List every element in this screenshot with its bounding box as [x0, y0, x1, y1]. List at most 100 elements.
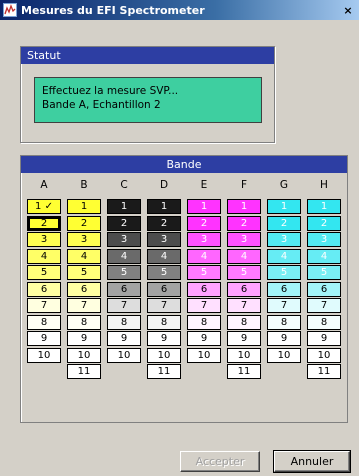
sample-cell-b-8[interactable]: 8	[67, 314, 101, 330]
spectrometer-icon	[3, 3, 17, 17]
close-icon[interactable]: ×	[340, 3, 356, 17]
sample-cell-b-10[interactable]: 10	[67, 347, 101, 363]
sample-cell-c-4[interactable]: 4	[107, 248, 141, 264]
sample-cell-a-2[interactable]: 2	[27, 215, 61, 231]
sample-cell-a-10[interactable]: 10	[27, 347, 61, 363]
status-panel-header: Statut	[21, 47, 274, 64]
sample-cell-e-9[interactable]: 9	[187, 331, 221, 346]
sample-cell-e-5[interactable]: 5	[187, 265, 221, 280]
sample-cell-h-6[interactable]: 6	[307, 281, 341, 297]
sample-cell-h-10[interactable]: 10	[307, 347, 341, 363]
sample-cell-d-5[interactable]: 5	[147, 265, 181, 280]
sample-cell-d-2[interactable]: 2	[147, 215, 181, 231]
sample-cell-g-8[interactable]: 8	[267, 314, 301, 330]
sample-cell-f-11[interactable]: 11	[227, 364, 261, 379]
sample-cell-a-9[interactable]: 9	[27, 331, 61, 346]
sample-cell-d-10[interactable]: 10	[147, 347, 181, 363]
sample-cell-g-5[interactable]: 5	[267, 265, 301, 280]
sample-cell-b-7[interactable]: 7	[67, 298, 101, 313]
sample-cell-d-6[interactable]: 6	[147, 281, 181, 297]
sample-cell-h-8[interactable]: 8	[307, 314, 341, 330]
sample-cell-h-5[interactable]: 5	[307, 265, 341, 280]
sample-cell-h-9[interactable]: 9	[307, 331, 341, 346]
column-label-a: A	[40, 179, 48, 191]
sample-cell-g-4[interactable]: 4	[267, 248, 301, 264]
sample-cell-h-7[interactable]: 7	[307, 298, 341, 313]
sample-cell-g-7[interactable]: 7	[267, 298, 301, 313]
status-panel: Statut Effectuez la mesure SVP... Bande …	[20, 46, 275, 143]
sample-cell-a-1[interactable]: 1 ✓	[27, 199, 61, 214]
status-line-2: Bande A, Echantillon 2	[42, 99, 161, 111]
sample-cell-e-1[interactable]: 1	[187, 199, 221, 214]
sample-cell-f-9[interactable]: 9	[227, 331, 261, 346]
status-message-box: Effectuez la mesure SVP... Bande A, Echa…	[34, 77, 262, 123]
sample-cell-a-6[interactable]: 6	[27, 281, 61, 297]
sample-cell-f-2[interactable]: 2	[227, 215, 261, 231]
sample-cell-c-8[interactable]: 8	[107, 314, 141, 330]
sample-cell-f-4[interactable]: 4	[227, 248, 261, 264]
cancel-button[interactable]: Annuler	[273, 450, 351, 473]
sample-cell-h-2[interactable]: 2	[307, 215, 341, 231]
sample-cell-e-2[interactable]: 2	[187, 215, 221, 231]
sample-cell-c-9[interactable]: 9	[107, 331, 141, 346]
sample-cell-b-6[interactable]: 6	[67, 281, 101, 297]
sample-cell-c-10[interactable]: 10	[107, 347, 141, 363]
sample-cell-f-8[interactable]: 8	[227, 314, 261, 330]
sample-cell-a-7[interactable]: 7	[27, 298, 61, 313]
sample-cell-d-3[interactable]: 3	[147, 232, 181, 247]
accept-button[interactable]: Accepter	[180, 451, 260, 472]
sample-cell-f-7[interactable]: 7	[227, 298, 261, 313]
sample-cell-c-2[interactable]: 2	[107, 215, 141, 231]
sample-cell-c-7[interactable]: 7	[107, 298, 141, 313]
sample-cell-g-2[interactable]: 2	[267, 215, 301, 231]
sample-cell-d-1[interactable]: 1	[147, 199, 181, 214]
sample-cell-e-10[interactable]: 10	[187, 347, 221, 363]
sample-cell-g-3[interactable]: 3	[267, 232, 301, 247]
sample-cell-e-8[interactable]: 8	[187, 314, 221, 330]
sample-cell-f-3[interactable]: 3	[227, 232, 261, 247]
sample-cell-d-7[interactable]: 7	[147, 298, 181, 313]
sample-cell-f-5[interactable]: 5	[227, 265, 261, 280]
sample-cell-f-10[interactable]: 10	[227, 347, 261, 363]
sample-cell-a-5[interactable]: 5	[27, 265, 61, 280]
sample-cell-h-1[interactable]: 1	[307, 199, 341, 214]
sample-cell-g-9[interactable]: 9	[267, 331, 301, 346]
sample-cell-d-9[interactable]: 9	[147, 331, 181, 346]
column-label-b: B	[80, 179, 88, 191]
sample-cell-e-7[interactable]: 7	[187, 298, 221, 313]
sample-cell-b-3[interactable]: 3	[67, 232, 101, 247]
sample-cell-c-1[interactable]: 1	[107, 199, 141, 214]
sample-cell-a-3[interactable]: 3	[27, 232, 61, 247]
sample-cell-h-11[interactable]: 11	[307, 364, 341, 379]
sample-cell-a-8[interactable]: 8	[27, 314, 61, 330]
sample-cell-g-6[interactable]: 6	[267, 281, 301, 297]
band-panel: Bande ABCDEFGH 1 ✓ 2 3 4 5 6 7 8 9 10 1 2 3 4 5 6 7 8 9 10 1…	[20, 155, 348, 423]
sample-cell-g-10[interactable]: 10	[267, 347, 301, 363]
sample-cell-b-5[interactable]: 5	[67, 265, 101, 280]
column-label-g: G	[279, 179, 289, 191]
sample-cell-f-1[interactable]: 1	[227, 199, 261, 214]
sample-cell-b-2[interactable]: 2	[67, 215, 101, 231]
sample-cell-d-4[interactable]: 4	[147, 248, 181, 264]
column-label-e: E	[200, 179, 208, 191]
sample-cell-g-1[interactable]: 1	[267, 199, 301, 214]
sample-cell-h-4[interactable]: 4	[307, 248, 341, 264]
column-label-c: C	[120, 179, 128, 191]
sample-cell-b-4[interactable]: 4	[67, 248, 101, 264]
sample-cell-b-1[interactable]: 1	[67, 199, 101, 214]
sample-cell-e-6[interactable]: 6	[187, 281, 221, 297]
sample-cell-f-6[interactable]: 6	[227, 281, 261, 297]
status-line-1: Effectuez la mesure SVP...	[42, 85, 179, 97]
sample-cell-h-3[interactable]: 3	[307, 232, 341, 247]
sample-cell-e-3[interactable]: 3	[187, 232, 221, 247]
sample-cell-c-6[interactable]: 6	[107, 281, 141, 297]
sample-cell-e-4[interactable]: 4	[187, 248, 221, 264]
sample-cell-a-4[interactable]: 4	[27, 248, 61, 264]
sample-cell-c-5[interactable]: 5	[107, 265, 141, 280]
sample-cell-d-8[interactable]: 8	[147, 314, 181, 330]
sample-cell-b-11[interactable]: 11	[67, 364, 101, 379]
sample-cell-b-9[interactable]: 9	[67, 331, 101, 346]
sample-cell-d-11[interactable]: 11	[147, 364, 181, 379]
sample-cell-c-3[interactable]: 3	[107, 232, 141, 247]
column-label-d: D	[159, 179, 169, 191]
